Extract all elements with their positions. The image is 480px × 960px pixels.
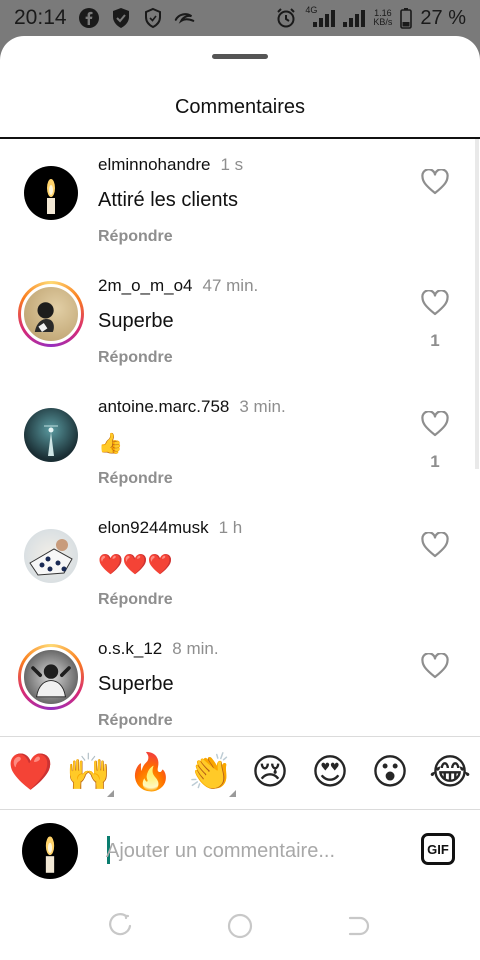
- battery-icon: [399, 6, 413, 30]
- emoji-heart[interactable]: ❤️: [8, 751, 53, 795]
- system-nav-bar: [0, 906, 480, 960]
- comment-item: elon9244musk 1 h ❤️❤️❤️ Répondre: [0, 502, 480, 623]
- home-icon[interactable]: [226, 912, 254, 940]
- comment-text: Superbe: [98, 673, 174, 695]
- avatar[interactable]: [22, 164, 80, 222]
- heart-icon[interactable]: [421, 290, 449, 316]
- reply-button[interactable]: Répondre: [98, 470, 173, 488]
- emoji-bar: ❤️ 🙌 🔥 👏 😢 😍 😮 😂: [0, 737, 480, 809]
- battery-percent: 27 %: [420, 6, 466, 29]
- comment-item: o.s.k_12 8 min. Superbe Répondre: [0, 623, 480, 735]
- username-text[interactable]: o.s.k_12: [98, 639, 162, 658]
- like-count: 1: [430, 331, 440, 350]
- emoji-surprised[interactable]: 😮: [368, 751, 412, 795]
- avatar-image: [24, 529, 78, 583]
- comment-username[interactable]: elon9244musk 1 h: [98, 518, 242, 538]
- shield-outline-icon: [141, 6, 165, 30]
- username-text[interactable]: 2m_o_m_o4: [98, 276, 193, 295]
- signal-4g-icon: 4G: [305, 5, 336, 30]
- sheet-title: Commentaires: [174, 96, 306, 118]
- variant-indicator: [229, 790, 236, 797]
- username-text[interactable]: elminnohandre: [98, 155, 210, 174]
- facebook-icon: [77, 6, 101, 30]
- avatar: [21, 284, 81, 344]
- comment-time: 47 min.: [202, 276, 259, 295]
- emoji-raising-hands-glyph: 🙌: [66, 752, 111, 793]
- emoji-tears-of-joy[interactable]: 😂: [428, 751, 472, 795]
- reply-button[interactable]: Répondre: [98, 591, 173, 609]
- avatar[interactable]: [22, 406, 80, 464]
- comments-sheet: Commentaires elminnohandre 1 s Attiré les…: [0, 36, 480, 960]
- drag-handle[interactable]: [212, 54, 268, 59]
- heart-icon[interactable]: [421, 653, 449, 679]
- comment-username[interactable]: o.s.k_12 8 min.: [98, 639, 219, 659]
- alibaba-icon: [173, 6, 197, 30]
- username-text[interactable]: elon9244musk: [98, 518, 209, 537]
- comment-time: 8 min.: [172, 639, 219, 658]
- emoji-heart-eyes[interactable]: 😍: [308, 751, 352, 795]
- status-time: 20:14: [14, 6, 67, 29]
- comment-text: Attiré les clients: [98, 189, 239, 211]
- username-text[interactable]: antoine.marc.758: [98, 397, 229, 416]
- comment-list: elminnohandre 1 s Attiré les clients Répo…: [0, 139, 480, 735]
- comment-time: 3 min.: [239, 397, 286, 416]
- comment-text: ❤️❤️❤️: [98, 554, 173, 576]
- comment-item: antoine.marc.758 3 min. 👍 Répondre 1: [0, 381, 480, 502]
- comment-username[interactable]: 2m_o_m_o4 47 min.: [98, 276, 258, 296]
- like-count: 1: [430, 452, 440, 471]
- emoji-fire[interactable]: 🔥: [128, 751, 173, 795]
- network-speed: 1.16 KB/s: [373, 9, 392, 27]
- avatar-story-ring[interactable]: [18, 644, 84, 710]
- comment-username[interactable]: antoine.marc.758 3 min.: [98, 397, 286, 417]
- emoji-crying-face[interactable]: 😢: [248, 751, 292, 795]
- comment-text: Superbe: [98, 310, 174, 332]
- heart-icon[interactable]: [421, 411, 449, 437]
- heart-icon[interactable]: [421, 169, 449, 195]
- recent-apps-icon[interactable]: [106, 912, 134, 940]
- network-type: 4G: [305, 5, 318, 15]
- comment-text: 👍: [98, 433, 123, 455]
- composer-divider: [0, 809, 480, 810]
- emoji-clapping-hands-glyph: 👏: [188, 752, 233, 793]
- avatar-story-ring[interactable]: [18, 281, 84, 347]
- variant-indicator: [107, 790, 114, 797]
- emoji-raising-hands[interactable]: 🙌: [66, 751, 114, 797]
- comment-time: 1 s: [220, 155, 244, 174]
- alarm-icon: [274, 6, 298, 30]
- comment-item: elminnohandre 1 s Attiré les clients Répo…: [0, 139, 480, 260]
- candle-avatar-image: [24, 166, 78, 220]
- avatar-image: [24, 408, 78, 462]
- comment-time: 1 h: [218, 518, 243, 537]
- heart-icon[interactable]: [421, 532, 449, 558]
- reply-button[interactable]: Répondre: [98, 349, 173, 367]
- avatar: [21, 647, 81, 707]
- shield-check-icon: [109, 6, 133, 30]
- back-icon[interactable]: [346, 912, 374, 940]
- composer-avatar: [22, 823, 78, 879]
- comment-input[interactable]: [106, 834, 406, 868]
- emoji-clapping-hands[interactable]: 👏: [188, 751, 236, 797]
- comment-username[interactable]: elminnohandre 1 s: [98, 155, 243, 175]
- status-bar: 20:14 4G 1.16 KB/s 27 %: [0, 0, 480, 36]
- gif-button[interactable]: GIF: [421, 833, 455, 865]
- reply-button[interactable]: Répondre: [98, 228, 173, 246]
- comment-item: 2m_o_m_o4 47 min. Superbe Répondre 1: [0, 260, 480, 381]
- avatar[interactable]: [22, 527, 80, 585]
- reply-button[interactable]: Répondre: [98, 712, 173, 730]
- signal-icon: [342, 6, 366, 30]
- speed-unit: KB/s: [373, 17, 393, 27]
